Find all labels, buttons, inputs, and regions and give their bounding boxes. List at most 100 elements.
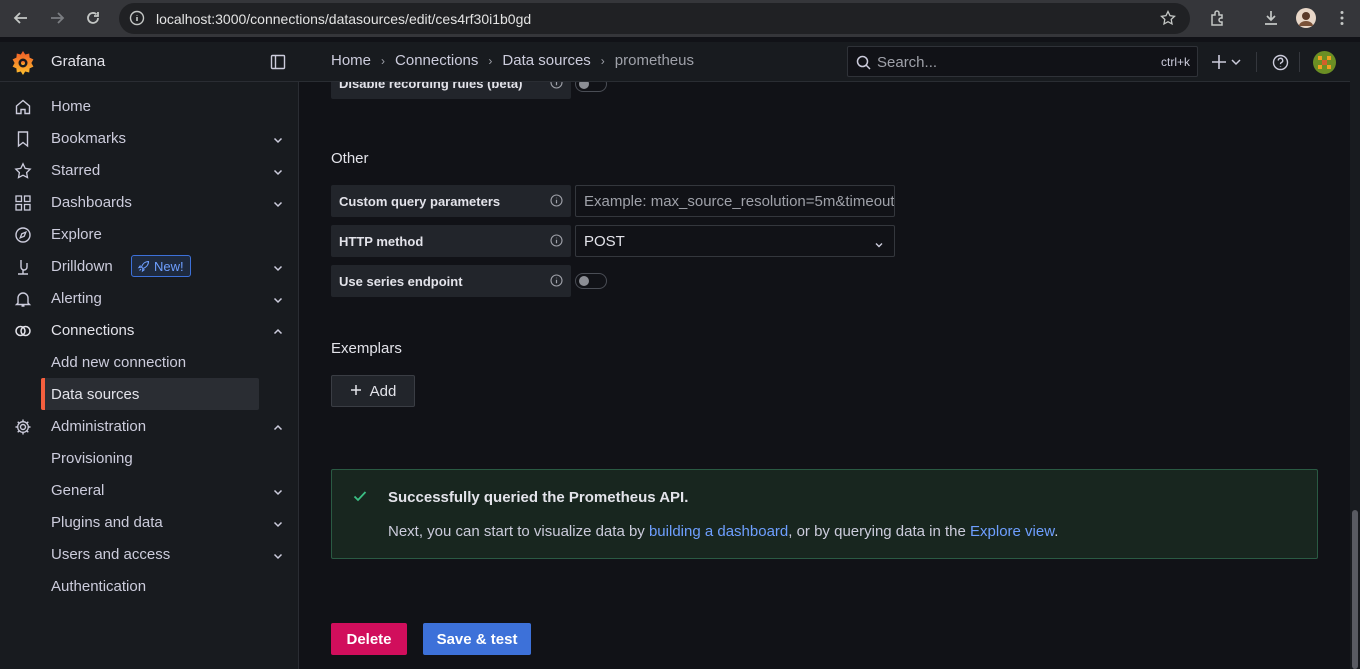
search-icon [856, 55, 871, 75]
breadcrumb-current: prometheus [614, 52, 694, 69]
drilldown-icon [14, 258, 32, 276]
bookmark-star-icon[interactable] [1160, 9, 1176, 31]
success-alert: Successfully queried the Prometheus API.… [331, 469, 1318, 559]
info-icon[interactable] [550, 82, 563, 94]
dock-menu-icon[interactable] [270, 54, 286, 75]
topbar-divider [1299, 52, 1300, 72]
sidebar-item-label: Explore [51, 226, 102, 243]
add-exemplar-button[interactable]: Add [331, 375, 415, 407]
sidebar-item-bookmarks[interactable]: Bookmarks [0, 122, 299, 154]
input-placeholder: Example: max_source_resolution=5m&timeou… [584, 192, 895, 210]
chevron-down-icon [874, 237, 884, 254]
chevron-up-icon[interactable] [272, 325, 284, 343]
info-icon[interactable] [550, 274, 563, 292]
site-info-icon[interactable] [129, 10, 145, 31]
connections-icon [14, 322, 32, 340]
chevron-down-icon[interactable] [272, 197, 284, 215]
alert-body-text: Next, you can start to visualize data by [388, 523, 649, 540]
select-value: POST [584, 232, 625, 250]
sidebar-item-add-new-connection[interactable]: Add new connection [0, 346, 299, 378]
address-bar[interactable]: localhost:3000/connections/datasources/e… [119, 3, 1190, 34]
profile-avatar[interactable] [1294, 6, 1318, 30]
sidebar-item-connections[interactable]: Connections [0, 314, 299, 346]
search-placeholder: Search... [877, 54, 938, 71]
breadcrumb: Home › Connections › Data sources › prom… [331, 52, 694, 69]
add-button-label: Add [369, 382, 397, 400]
alert-body-text: , or by querying data in the [788, 523, 971, 540]
sidebar-item-alerting[interactable]: Alerting [0, 282, 299, 314]
use-series-endpoint-toggle[interactable] [575, 273, 607, 289]
sidebar-item-general[interactable]: General [0, 474, 299, 506]
new-badge-label: New! [154, 258, 184, 274]
bookmark-icon [14, 130, 32, 148]
sidebar-item-authentication[interactable]: Authentication [0, 570, 299, 602]
alert-body: Next, you can start to visualize data by… [388, 523, 1058, 540]
chevron-up-icon[interactable] [272, 421, 284, 439]
section-heading-exemplars: Exemplars [331, 340, 402, 357]
sidebar-item-dashboards[interactable]: Dashboards [0, 186, 299, 218]
sidebar-item-drilldown[interactable]: Drilldown New! [0, 250, 299, 282]
browser-toolbar: localhost:3000/connections/datasources/e… [0, 0, 1360, 37]
sidebar-item-users-and-access[interactable]: Users and access [0, 538, 299, 570]
chevron-down-icon[interactable] [272, 517, 284, 535]
info-icon[interactable] [550, 234, 563, 252]
info-icon[interactable] [550, 194, 563, 212]
sidebar-item-label: Users and access [51, 546, 171, 563]
grafana-topbar: Grafana Home › Connections › Data source… [0, 42, 1360, 82]
custom-query-parameters-input[interactable]: Example: max_source_resolution=5m&timeou… [575, 185, 895, 217]
chevron-down-icon[interactable] [272, 261, 284, 279]
url-text[interactable]: localhost:3000/connections/datasources/e… [156, 11, 531, 27]
main-content: Disable recording rules (beta) Other Cus… [299, 82, 1350, 669]
search-shortcut: ctrl+k [1160, 55, 1190, 69]
breadcrumb-home[interactable]: Home [331, 52, 371, 69]
chevron-down-icon[interactable] [272, 549, 284, 567]
disable-recording-rules-toggle[interactable] [575, 82, 607, 92]
chevron-down-icon[interactable] [272, 485, 284, 503]
alert-title: Successfully queried the Prometheus API. [388, 489, 689, 506]
explore-view-link[interactable]: Explore view [970, 523, 1054, 540]
breadcrumb-data-sources[interactable]: Data sources [502, 52, 590, 69]
browser-menu-icon[interactable] [1330, 6, 1354, 30]
forward-icon[interactable] [45, 6, 69, 30]
topbar-divider [1256, 52, 1257, 72]
sidebar-item-starred[interactable]: Starred [0, 154, 299, 186]
building-dashboard-link[interactable]: building a dashboard [649, 523, 788, 540]
sidebar-item-explore[interactable]: Explore [0, 218, 299, 250]
rocket-icon [137, 260, 150, 272]
sidebar-item-label: Add new connection [51, 354, 187, 371]
grafana-logo-icon[interactable] [11, 50, 35, 76]
http-method-select[interactable]: POST [575, 225, 895, 257]
sidebar-item-label: Bookmarks [51, 130, 127, 147]
alert-body-text: . [1054, 523, 1059, 540]
sidebar-item-plugins-and-data[interactable]: Plugins and data [0, 506, 299, 538]
sidebar-item-label: Alerting [51, 290, 102, 307]
sidebar-item-label: Authentication [51, 578, 147, 595]
reload-icon[interactable] [81, 6, 105, 30]
search-input[interactable]: Search... ctrl+k [847, 46, 1198, 77]
app-name[interactable]: Grafana [51, 53, 105, 70]
chevron-down-icon[interactable] [272, 165, 284, 183]
back-icon[interactable] [9, 6, 33, 30]
sidebar-item-label: Connections [51, 322, 135, 339]
user-avatar[interactable] [1313, 51, 1336, 79]
breadcrumb-separator-icon: › [381, 53, 386, 68]
delete-button[interactable]: Delete [331, 623, 407, 655]
sidebar-item-data-sources[interactable]: Data sources [0, 378, 299, 410]
add-new-icon[interactable] [1212, 54, 1242, 75]
sidebar-item-home[interactable]: Home [0, 90, 299, 122]
help-icon[interactable] [1272, 54, 1289, 76]
custom-query-parameters-label: Custom query parameters [331, 185, 571, 217]
breadcrumb-connections[interactable]: Connections [395, 52, 478, 69]
chevron-down-icon[interactable] [272, 133, 284, 151]
home-icon [14, 98, 32, 116]
download-icon[interactable] [1259, 6, 1283, 30]
scrollbar-thumb[interactable] [1352, 510, 1358, 669]
save-and-test-button[interactable]: Save & test [423, 623, 531, 655]
sidebar-item-label: Dashboards [51, 194, 132, 211]
chevron-down-icon[interactable] [272, 293, 284, 311]
sidebar-item-administration[interactable]: Administration [0, 410, 299, 442]
sidebar-item-provisioning[interactable]: Provisioning [0, 442, 299, 474]
extensions-icon[interactable] [1206, 6, 1230, 30]
sidebar-item-label: Home [51, 98, 92, 115]
sidebar-item-label: Drilldown [51, 258, 113, 275]
